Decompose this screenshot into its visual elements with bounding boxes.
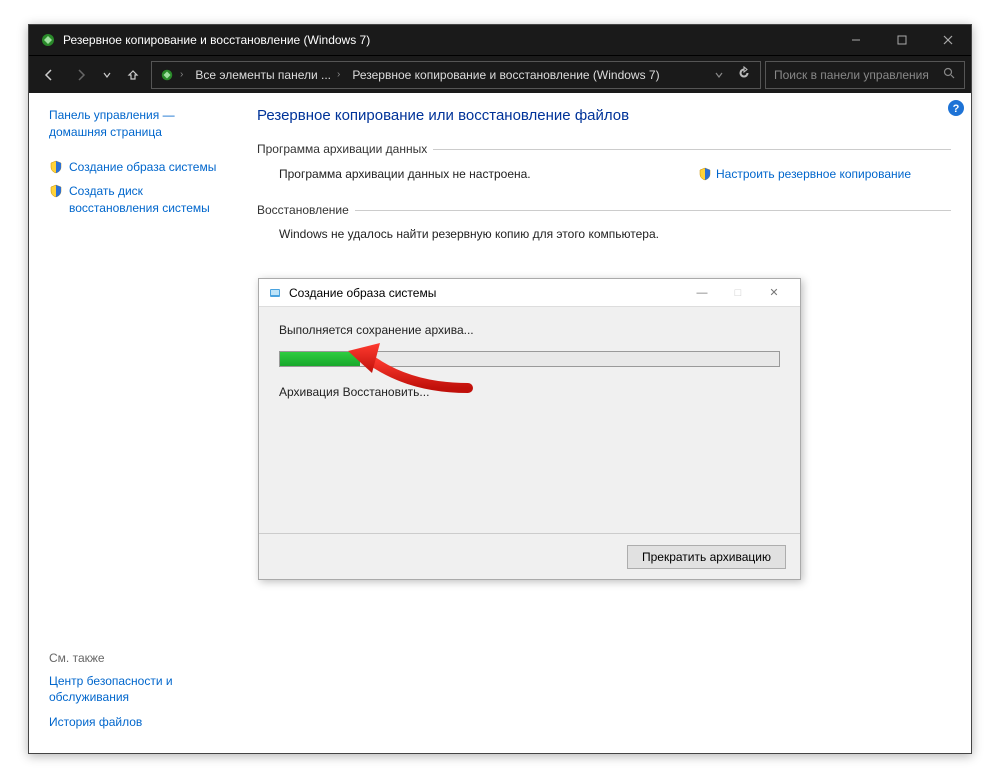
dialog-close-button[interactable]: ✕ [756,281,792,305]
dialog-message: Выполняется сохранение архива... [279,323,780,337]
shield-icon [49,184,63,198]
backup-group-title: Программа архивации данных [257,142,433,156]
svg-text:?: ? [953,103,960,115]
maximize-button[interactable] [879,25,925,55]
dialog-minimize-button[interactable]: — [684,281,720,305]
security-center-link[interactable]: Центр безопасности и обслуживания [49,673,229,707]
shield-icon [698,167,712,181]
backup-group: Программа архивации данных Программа арх… [257,142,951,187]
refresh-button[interactable] [730,66,758,83]
search-placeholder: Поиск в панели управления [774,68,929,82]
help-icon[interactable]: ? [947,99,965,117]
navbar: › Все элементы панели ...› Резервное коп… [29,55,971,93]
address-bar[interactable]: › Все элементы панели ...› Резервное коп… [151,61,761,89]
restore-group: Восстановление Windows не удалось найти … [257,203,951,247]
breadcrumb-1[interactable]: Все элементы панели ... [195,68,331,82]
window-title: Резервное копирование и восстановление (… [63,33,833,47]
back-button[interactable] [35,61,63,89]
close-button[interactable] [925,25,971,55]
minimize-button[interactable] [833,25,879,55]
dialog-icon [267,285,283,301]
progress-fill [280,352,360,366]
titlebar: Резервное копирование и восстановление (… [29,25,971,55]
forward-button[interactable] [67,61,95,89]
dialog-maximize-button: □ [720,281,756,305]
sidebar-create-disc-link[interactable]: Создать диск восстановления системы [69,183,225,217]
restore-group-title: Восстановление [257,203,355,217]
dialog-titlebar: Создание образа системы — □ ✕ [259,279,800,307]
backup-status-text: Программа архивации данных не настроена. [279,167,531,181]
see-also-label: См. также [49,651,229,665]
restore-status-text: Windows не удалось найти резервную копию… [279,227,659,241]
cancel-backup-button[interactable]: Прекратить архивацию [627,545,786,569]
recent-button[interactable] [99,61,115,89]
shield-icon [49,160,63,174]
progress-bar [279,351,780,367]
file-history-link[interactable]: История файлов [49,714,229,731]
app-icon [39,31,57,49]
search-icon [943,67,956,83]
sidebar: Панель управления — домашняя страница Со… [29,93,237,753]
configure-backup-link[interactable]: Настроить резервное копирование [698,166,911,181]
breadcrumb-2[interactable]: Резервное копирование и восстановление (… [352,68,659,82]
up-button[interactable] [119,61,147,89]
search-input[interactable]: Поиск в панели управления [765,61,965,89]
sidebar-create-image-link[interactable]: Создание образа системы [69,159,216,176]
system-image-dialog: Создание образа системы — □ ✕ Выполняетс… [258,278,801,580]
dialog-title: Создание образа системы [289,286,684,300]
page-heading: Резервное копирование или восстановление… [257,107,951,124]
sidebar-home-link[interactable]: Панель управления — домашняя страница [49,107,225,141]
dialog-status: Архивация Восстановить... [279,385,780,399]
